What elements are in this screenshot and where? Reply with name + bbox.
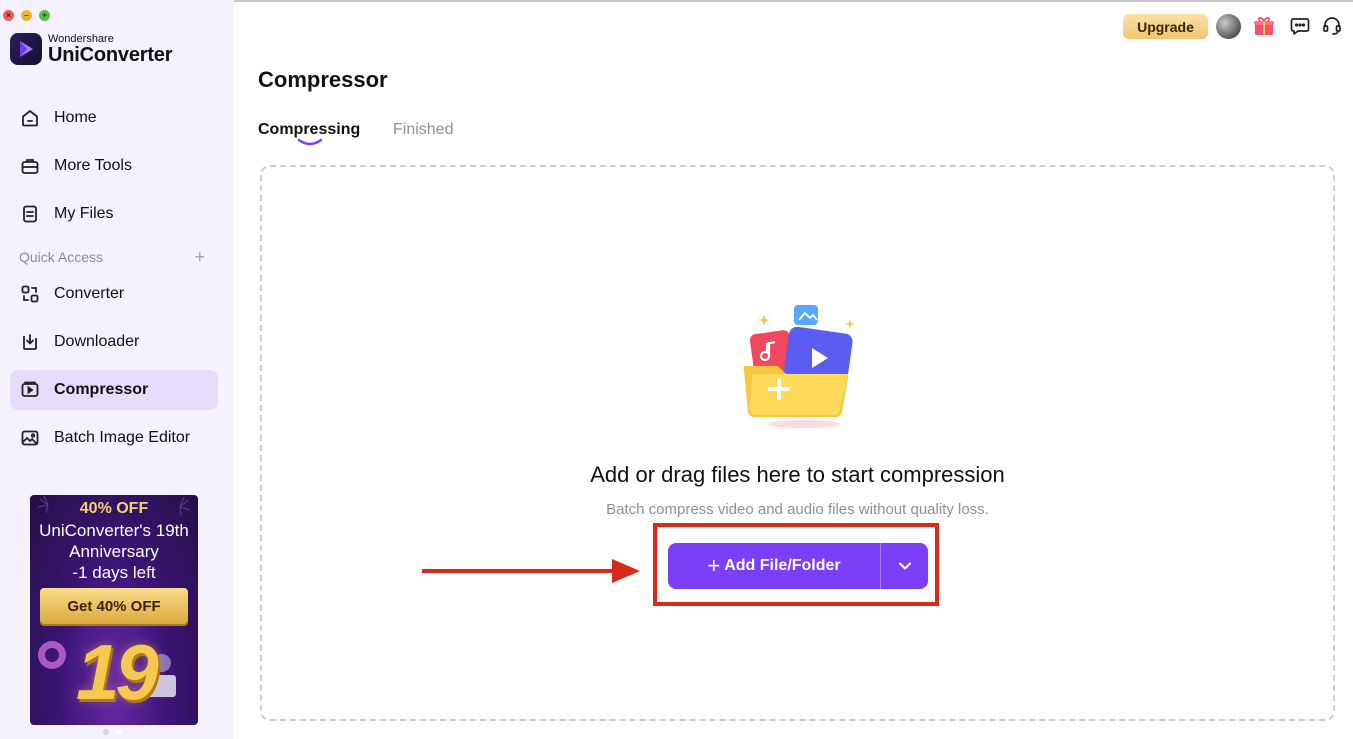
quick-access-label: Quick Access [19,249,104,265]
avatar[interactable] [1216,14,1241,39]
chat-icon[interactable] [1288,14,1312,38]
file-drop-zone[interactable] [260,165,1335,721]
sidebar-item-label: Batch Image Editor [54,429,191,446]
promo-carousel-dots[interactable] [103,729,122,735]
uniconverter-logo-icon [10,33,42,65]
promo-headline: UniConverter's 19th [39,521,189,540]
image-editor-icon [19,427,41,449]
sidebar-item-label: My Files [54,205,114,222]
sidebar-item-my-files[interactable]: My Files [10,194,218,234]
sidebar-item-label: Compressor [54,381,149,398]
upgrade-button[interactable]: Upgrade [1123,14,1208,39]
add-file-folder-button[interactable]: + Add File/Folder [668,543,880,589]
sidebar: × – + Wondershare UniConverter Home More… [0,0,234,739]
maximize-window-button[interactable]: + [39,10,50,21]
carousel-dot-active[interactable] [116,729,122,735]
app-name: UniConverter [48,44,173,66]
app-logo: Wondershare UniConverter [10,33,172,65]
page-title: Compressor [258,67,388,92]
sidebar-item-label: More Tools [54,157,132,174]
sidebar-item-downloader[interactable]: Downloader [10,322,218,362]
sidebar-item-label: Downloader [54,333,140,350]
add-file-folder-label: Add File/Folder [724,557,841,574]
annotation-arrow [422,559,640,583]
tab-finished[interactable]: Finished [393,121,453,139]
plus-icon: + [707,553,721,578]
headset-icon[interactable] [1320,14,1344,38]
downloader-icon [19,331,41,353]
sidebar-item-batch-image-editor[interactable]: Batch Image Editor [10,418,218,458]
sidebar-item-more-tools[interactable]: More Tools [10,146,218,186]
chevron-down-icon [898,562,911,570]
sidebar-item-label: Converter [54,285,125,302]
promo-banner[interactable]: 40% OFF UniConverter's 19th Anniversary … [30,495,198,725]
sidebar-item-label: Home [54,109,97,126]
sidebar-item-converter[interactable]: Converter [10,274,218,314]
quick-access-add-button[interactable]: + [194,248,205,266]
dropzone-title: Add or drag files here to start compress… [590,462,1005,487]
minimize-window-button[interactable]: – [21,10,32,21]
promo-get-discount-button[interactable]: Get 40% OFF [40,588,188,624]
add-options-dropdown-button[interactable] [881,543,928,589]
gift-icon[interactable] [1252,14,1276,38]
dropzone-subtitle: Batch compress video and audio files wit… [606,501,989,518]
converter-icon [19,283,41,305]
sidebar-item-compressor[interactable]: Compressor [10,370,218,410]
home-icon [19,107,41,129]
sidebar-item-home[interactable]: Home [10,98,218,138]
promo-anniversary-number: 19 [76,628,159,716]
file-icon [19,203,41,225]
tab-compressing[interactable]: Compressing [258,121,360,139]
quick-access-header: Quick Access + [19,248,205,266]
folder-media-illustration [744,305,855,428]
window-controls: × – + [3,10,50,21]
compressor-icon [19,379,41,401]
promo-headline-2: Anniversary [69,542,159,561]
close-window-button[interactable]: × [3,10,14,21]
active-tab-indicator [297,138,323,146]
promo-countdown: -1 days left [72,563,156,582]
toolbox-icon [19,155,41,177]
promo-discount: 40% OFF [79,500,149,517]
window-top-border [234,0,1353,2]
carousel-dot[interactable] [103,729,109,735]
